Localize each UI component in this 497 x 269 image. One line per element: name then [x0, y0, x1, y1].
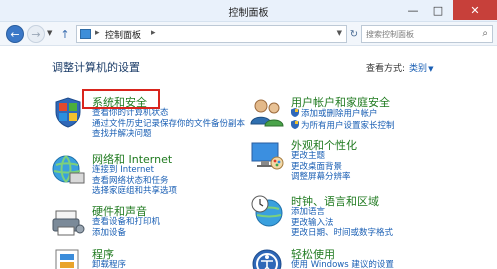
search-icon[interactable]: ⌕ — [482, 28, 488, 39]
network-globe-icon — [52, 155, 85, 184]
arrow-up-icon: ↑ — [60, 27, 70, 41]
breadcrumb-control-panel[interactable]: 控制面板 — [105, 28, 141, 41]
search-box[interactable]: ⌕ — [361, 25, 493, 43]
category-links: 查看你的计算机状态 通过文件历史记录保存你的文件备份副本 查找并解决问题 — [92, 108, 245, 140]
link-screen-resolution[interactable]: 调整屏幕分辨率 — [291, 172, 351, 183]
shield-flag-icon — [55, 97, 81, 128]
link-change-theme[interactable]: 更改主题 — [291, 151, 351, 162]
address-bar[interactable]: ▸ 控制面板 ▸ ▼ — [76, 25, 347, 43]
link-connect-internet[interactable]: 连接到 Internet — [92, 165, 177, 176]
address-toolbar: ← → ▼ ↑ ▸ 控制面板 ▸ ▼ ↻ ⌕ — [0, 22, 497, 46]
view-by-label: 查看方式: — [366, 64, 406, 74]
chevron-down-icon[interactable]: ▼ — [428, 65, 433, 73]
link-manage-accounts[interactable]: 添加或删除用户帐户 — [291, 108, 395, 120]
printer-icon — [52, 210, 85, 236]
link-devices-printers[interactable]: 查看设备和打印机 — [92, 217, 160, 228]
category-ease-access: 轻松使用 使用 Windows 建议的设置 — [249, 246, 489, 269]
breadcrumb-separator[interactable]: ▸ — [151, 28, 156, 38]
users-icon — [250, 99, 284, 127]
arrow-right-icon: → — [31, 27, 41, 41]
link-network-status[interactable]: 查看网络状态和任务 — [92, 176, 177, 187]
link-text: 为所有用户设置家长控制 — [301, 120, 395, 131]
category-links: 连接到 Internet 查看网络状态和任务 选择家庭组和共享选项 — [92, 165, 177, 197]
up-button[interactable]: ↑ — [58, 27, 72, 41]
maximize-button[interactable]: □ — [426, 0, 450, 20]
link-date-time-format[interactable]: 更改日期、时间或数字格式 — [291, 228, 393, 239]
link-windows-suggested-settings[interactable]: 使用 Windows 建议的设置 — [291, 260, 394, 269]
category-links: 使用 Windows 建议的设置 — [291, 260, 394, 269]
arrow-left-icon: ← — [10, 27, 20, 41]
breadcrumb-separator[interactable]: ▸ — [95, 28, 100, 38]
link-text: 添加或删除用户帐户 — [301, 109, 378, 119]
link-uninstall-program[interactable]: 卸载程序 — [92, 260, 126, 269]
link-homegroup[interactable]: 选择家庭组和共享选项 — [92, 186, 177, 197]
monitor-palette-icon — [251, 142, 284, 170]
link-add-language[interactable]: 添加语言 — [291, 207, 393, 218]
link-add-device[interactable]: 添加设备 — [92, 228, 160, 239]
control-panel-icon — [80, 29, 91, 39]
category-links: 添加或删除用户帐户 为所有用户设置家长控制 — [291, 108, 395, 131]
highlight-box — [82, 89, 160, 109]
link-troubleshoot[interactable]: 查找并解决问题 — [92, 129, 245, 140]
back-button[interactable]: ← — [6, 25, 24, 43]
refresh-icon: ↻ — [349, 28, 359, 40]
category-appearance: 外观和个性化 更改主题 更改桌面背景 调整屏幕分辨率 — [249, 137, 489, 183]
main-content: 调整计算机的设置 查看方式: 类别▼ 系统和安全 查看你的计算机状态 通过文件历史… — [0, 47, 497, 269]
uac-shield-icon — [291, 108, 299, 117]
view-by: 查看方式: 类别▼ — [366, 61, 433, 74]
title-bar: 控制面板 — □ ✕ — [0, 0, 497, 22]
address-dropdown-icon[interactable]: ▼ — [337, 29, 342, 37]
ease-of-access-icon — [252, 249, 282, 269]
view-by-dropdown[interactable]: 类别 — [409, 64, 427, 74]
category-links: 添加语言 更改输入法 更改日期、时间或数字格式 — [291, 207, 393, 239]
close-button[interactable]: ✕ — [453, 0, 497, 20]
clock-globe-icon — [251, 195, 283, 227]
refresh-button[interactable]: ↻ — [348, 25, 360, 43]
category-links: 查看设备和打印机 添加设备 — [92, 217, 160, 238]
search-input[interactable] — [366, 28, 474, 40]
link-parental-controls[interactable]: 为所有用户设置家长控制 — [291, 119, 395, 132]
link-view-computer-status[interactable]: 查看你的计算机状态 — [92, 108, 245, 119]
recent-pages-dropdown[interactable]: ▼ — [47, 29, 52, 37]
category-clock-region: 时钟、语言和区域 添加语言 更改输入法 更改日期、时间或数字格式 — [249, 193, 489, 241]
category-links: 更改主题 更改桌面背景 调整屏幕分辨率 — [291, 151, 351, 183]
forward-button[interactable]: → — [27, 25, 45, 43]
uac-shield-icon — [291, 119, 299, 129]
category-links: 卸载程序 — [92, 260, 126, 269]
link-desktop-background[interactable]: 更改桌面背景 — [291, 162, 351, 173]
link-change-input[interactable]: 更改输入法 — [291, 218, 393, 229]
category-programs: 程序 卸载程序 — [50, 246, 270, 269]
minimize-button[interactable]: — — [401, 0, 425, 20]
link-file-history[interactable]: 通过文件历史记录保存你的文件备份副本 — [92, 119, 245, 130]
category-hardware: 硬件和声音 查看设备和打印机 添加设备 — [50, 203, 270, 243]
page-heading: 调整计算机的设置 — [52, 61, 140, 74]
category-network: 网络和 Internet 连接到 Internet 查看网络状态和任务 选择家庭… — [50, 151, 270, 199]
programs-icon — [55, 249, 79, 269]
